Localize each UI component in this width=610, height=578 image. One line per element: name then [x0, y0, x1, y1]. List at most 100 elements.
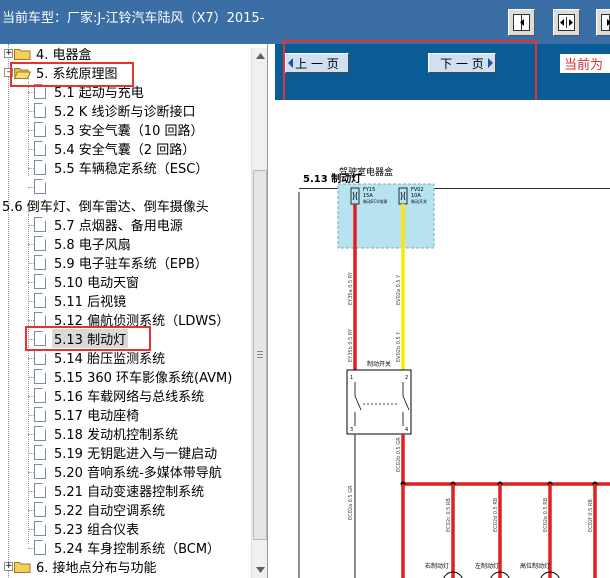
tree-item[interactable]: +6. 接地点分布与功能: [4, 557, 159, 576]
wire-label: EC02d 0.5 RB: [493, 497, 499, 532]
wire-label: EC02a 0.5 GR: [348, 485, 354, 520]
tree-item[interactable]: 5.19 无钥匙进入与一键启动: [34, 443, 219, 462]
fit-width-button[interactable]: [553, 9, 580, 36]
collapse-left-button[interactable]: [508, 9, 535, 36]
tree-item[interactable]: 5.24 车身控制系统（BCM）: [34, 538, 222, 557]
tree-item-label: 6. 接地点分布与功能: [36, 561, 157, 576]
tree-item[interactable]: 5.22 自动空调系统: [34, 500, 167, 519]
tree-item-label: 5.7 点烟器、备用电源: [54, 219, 183, 234]
tree-item[interactable]: 5.18 发动机控制系统: [34, 424, 180, 443]
current-page-label: 当前为: [564, 58, 604, 73]
wire-label: EY35a 0.5 RY: [348, 271, 354, 305]
collapse-right-button[interactable]: [596, 9, 610, 36]
tree-item[interactable]: 5.11 后视镜: [34, 291, 128, 310]
wire-label: EC02c 0.5 RB: [446, 498, 452, 532]
tree-item-label: 5.21 自动变速器控制系统: [54, 485, 205, 500]
scrollbar-thumb[interactable]: [253, 170, 267, 540]
document-icon: [34, 122, 46, 137]
tree-scrollbar[interactable]: [251, 48, 267, 578]
document-icon: [34, 103, 46, 118]
svg-text:4: 4: [405, 427, 408, 433]
expand-icon[interactable]: +: [4, 49, 13, 58]
tree-item[interactable]: 5.17 电动座椅: [34, 405, 141, 424]
tree-item[interactable]: 5.15 360 环车影像系统(AVM): [34, 367, 234, 386]
tree-item[interactable]: 5.6 倒车灯、倒车雷达、倒车摄像头: [0, 196, 211, 215]
tree-item-label: 5.6 倒车灯、倒车雷达、倒车摄像头: [2, 200, 209, 215]
tree-item[interactable]: 5.9 电子驻车系统（EPB）: [34, 253, 210, 272]
tree-item[interactable]: 5.10 电动天窗: [34, 272, 141, 291]
expand-icon[interactable]: +: [4, 562, 13, 571]
document-icon: [34, 293, 46, 308]
tree-item-label: 5.10 电动天窗: [54, 276, 140, 291]
document-icon: [34, 274, 46, 289]
document-icon: [34, 521, 46, 536]
tree-item[interactable]: 5.16 车载网络与总线系统: [34, 386, 206, 405]
tree-item[interactable]: 5.5 车辆稳定系统（ESC）: [34, 158, 210, 177]
document-icon: [34, 369, 46, 384]
tree-item-label: 5.24 车身控制系统（BCM）: [54, 542, 221, 557]
scroll-down-button[interactable]: [252, 562, 268, 578]
tree-item-label: 5.19 无钥匙进入与一键启动: [54, 447, 218, 462]
tree-item-label: 5.9 电子驻车系统（EPB）: [54, 257, 208, 272]
document-icon: [34, 179, 46, 194]
tree-item-label: 5.22 自动空调系统: [54, 504, 166, 519]
document-icon: [34, 160, 46, 175]
document-icon: [34, 217, 46, 232]
tree-item[interactable]: +4. 电器盒: [4, 44, 94, 63]
tree-item-label: 5.18 发动机控制系统: [54, 428, 179, 443]
svg-text:2: 2: [405, 375, 408, 381]
document-icon: [34, 540, 46, 555]
wire-label: EY35b 0.5 RY: [348, 328, 354, 362]
tree-item[interactable]: 5.20 音响系统-多媒体带导航: [34, 462, 224, 481]
scroll-up-icon: [255, 53, 265, 59]
tree-item[interactable]: 5.4 安全气囊（2 回路）: [34, 139, 197, 158]
svg-text:制动ECU电源: 制动ECU电源: [363, 198, 387, 204]
folder-icon: [14, 49, 31, 60]
wire-label: EV02b 0.5 Y: [396, 331, 402, 362]
document-icon: [34, 502, 46, 517]
tree-item[interactable]: 5.7 点烟器、备用电源: [34, 215, 185, 234]
tree-item-label: 5.2 K 线诊断与诊断接口: [54, 105, 196, 120]
svg-text:3: 3: [350, 427, 353, 433]
scroll-down-icon: [255, 567, 265, 573]
tree-item-label: 5.20 音响系统-多媒体带导航: [54, 466, 222, 481]
tree-item-label: 5.16 车载网络与总线系统: [54, 390, 205, 405]
highlight-box-brake-light: [25, 326, 151, 351]
wire-label: EC02e 0.5 RB: [543, 497, 549, 532]
tree-item-label: 5.17 电动座椅: [54, 409, 140, 424]
document-icon: [34, 464, 46, 479]
fuse-box-title: 驾驶室电器盒: [339, 166, 393, 178]
document-icon: [34, 255, 46, 270]
wire-label: EC02f 0.5 RB: [588, 499, 594, 532]
lamp-label: 左制动灯: [475, 562, 499, 570]
brake-switch: [346, 369, 412, 435]
document-panel: 上 一 页 下 一 页 当前为 5.13 制动灯 驾驶室电器盒 FY15 15A: [275, 40, 610, 578]
tree-item[interactable]: 5.23 组合仪表: [34, 519, 141, 538]
current-page-indicator: 当前为: [560, 54, 610, 73]
folder-icon: [14, 562, 31, 573]
lamp-label: 高位制动灯: [520, 562, 550, 570]
document-icon: [34, 483, 46, 498]
tree-item[interactable]: 5.2 K 线诊断与诊断接口: [34, 101, 197, 120]
document-icon: [34, 407, 46, 422]
tree-item-label: 5.4 安全气囊（2 回路）: [54, 143, 196, 158]
collapse-left-icon: [513, 14, 530, 31]
highlight-box-page-nav: [283, 40, 537, 102]
tree-item-label: 5.3 安全气囊（10 回路）: [54, 124, 204, 139]
tree-item[interactable]: 5.21 自动变速器控制系统: [34, 481, 206, 500]
fit-width-icon: [558, 14, 575, 31]
tree-item[interactable]: 5.8 电子风扇: [34, 234, 133, 253]
scroll-up-button[interactable]: [252, 48, 268, 64]
toc-tree-panel[interactable]: +4. 电器盒 -5. 系统原理图 5.1 起动与充电 5.2 K 线诊断与诊断接口 5…: [0, 44, 268, 578]
svg-text:制动开关: 制动开关: [411, 198, 427, 204]
wiring-diagram: 驾驶室电器盒 FY15 15A 制动ECU电源 FV02 10A 制动开关 EY…: [298, 166, 610, 578]
tree-item-label: 5.23 组合仪表: [54, 523, 140, 538]
tree-item[interactable]: [34, 177, 56, 196]
tree-item-label: 4. 电器盒: [36, 48, 92, 63]
tree-item-label: 5.15 360 环车影像系统(AVM): [54, 371, 233, 386]
document-icon: [34, 141, 46, 156]
vehicle-title: 当前车型：厂家:J-江铃汽车陆风（X7）2015-: [2, 11, 265, 26]
document-icon: [34, 445, 46, 460]
tree-item[interactable]: 5.3 安全气囊（10 回路）: [34, 120, 205, 139]
document-icon: [34, 350, 46, 365]
